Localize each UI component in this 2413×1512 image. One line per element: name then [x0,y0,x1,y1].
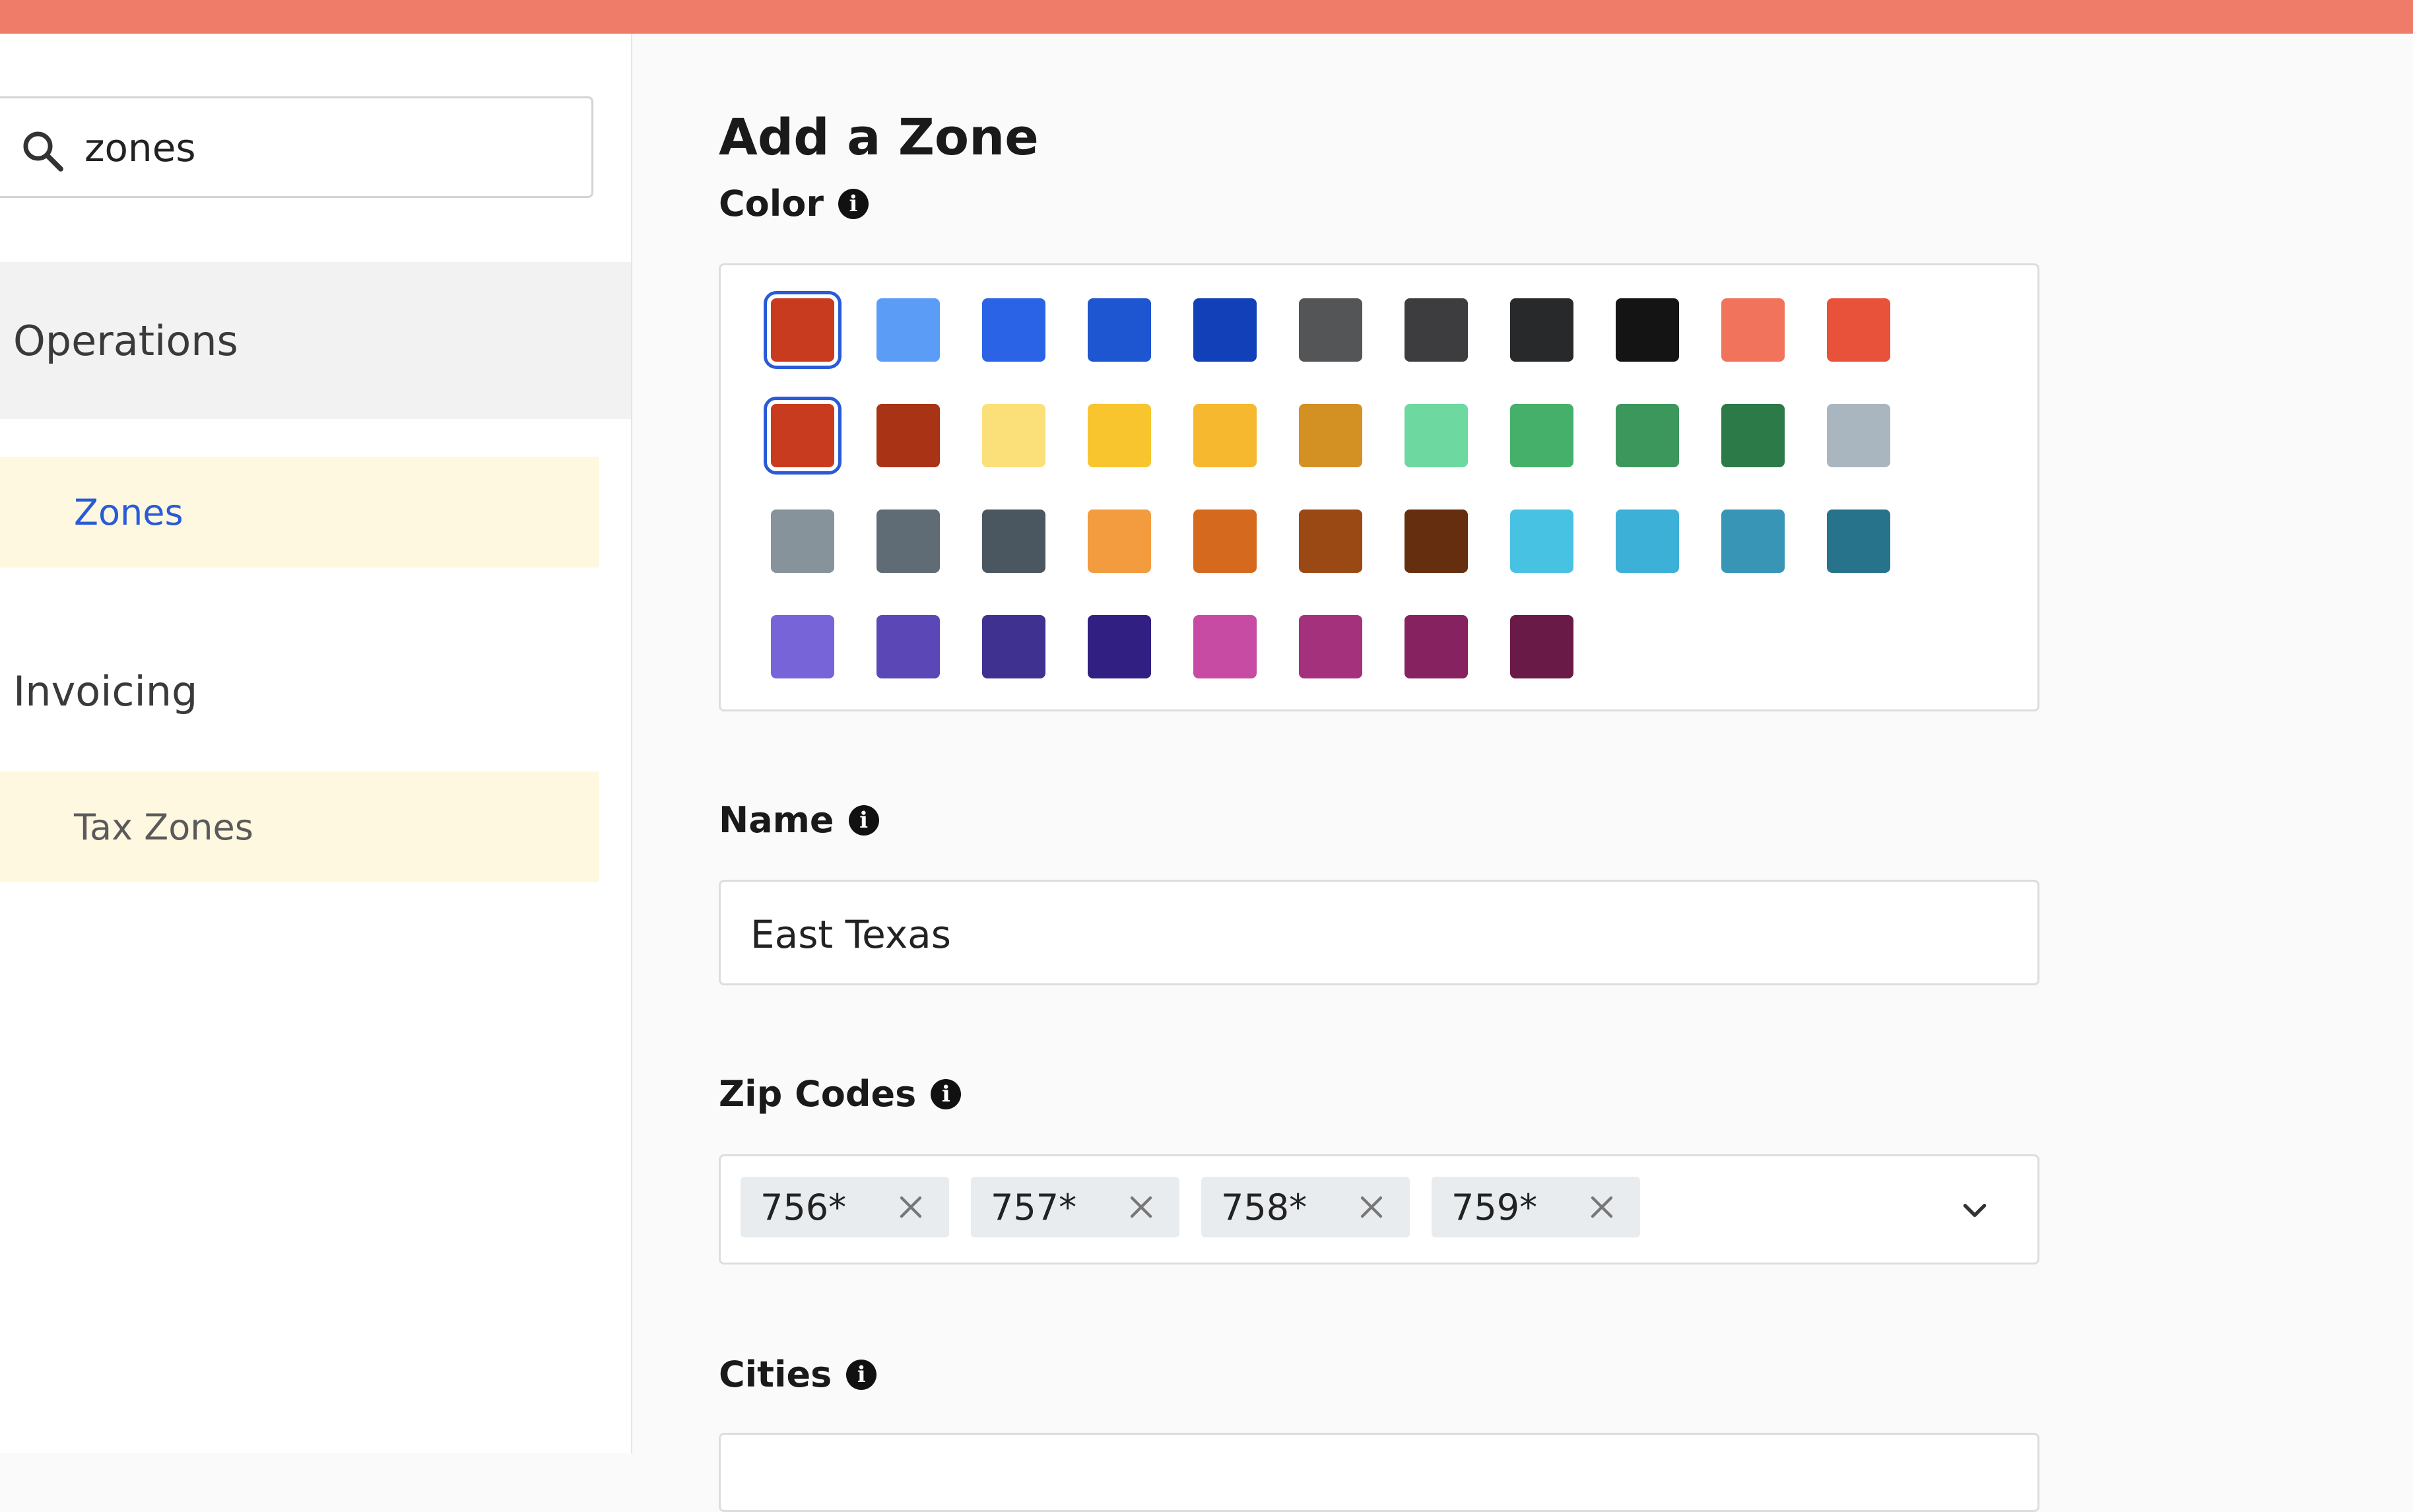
color-swatch[interactable] [1299,509,1362,573]
color-picker [719,263,2039,711]
zip-chip-label: 757* [991,1186,1077,1228]
color-swatch[interactable] [1616,509,1679,573]
color-swatch[interactable] [1827,298,1890,362]
color-swatch[interactable] [1616,298,1679,362]
zip-codes-select[interactable]: 756* 757* 758* 759* [719,1154,2039,1265]
nav-group-label: Operations [13,316,238,365]
color-swatch[interactable] [1193,298,1257,362]
color-swatch[interactable] [771,509,834,573]
color-swatch[interactable] [1299,615,1362,678]
color-swatch[interactable] [1721,509,1785,573]
color-swatch[interactable] [1827,509,1890,573]
color-swatch[interactable] [876,404,940,467]
color-swatch[interactable] [1405,615,1468,678]
color-swatch[interactable] [1510,509,1573,573]
color-swatch[interactable] [1510,615,1573,678]
zip-chip: 756* [741,1177,949,1237]
color-swatch[interactable] [1721,404,1785,467]
close-icon[interactable] [1586,1191,1618,1223]
color-swatch[interactable] [1088,298,1151,362]
color-swatch[interactable] [1721,298,1785,362]
info-icon[interactable]: i [931,1078,962,1109]
sidebar-item-label: Zones [74,491,183,533]
info-icon[interactable]: i [848,805,879,836]
color-swatch[interactable] [1405,404,1468,467]
cities-select[interactable] [719,1433,2039,1512]
color-swatch[interactable] [1193,404,1257,467]
main-content: Add a Zone Color i Name i Zip Codes i 75… [632,34,2413,1512]
color-swatch[interactable] [982,509,1045,573]
search-input[interactable] [84,118,560,178]
color-swatch[interactable] [1088,509,1151,573]
color-swatch[interactable] [1193,615,1257,678]
color-swatch[interactable] [1299,298,1362,362]
nav-group-operations[interactable]: Operations [0,262,631,419]
color-swatch[interactable] [982,615,1045,678]
close-icon[interactable] [1356,1191,1387,1223]
color-label: Color i [719,183,869,224]
sidebar-item-tax-zones[interactable]: Tax Zones [0,772,599,882]
zip-chip: 758* [1201,1177,1410,1237]
close-icon[interactable] [895,1191,927,1223]
color-swatch[interactable] [982,298,1045,362]
color-swatch[interactable] [1299,404,1362,467]
cities-label: Cities i [719,1354,877,1395]
nav-group-label: Invoicing [13,667,198,715]
sidebar-item-zones[interactable]: Zones [0,457,599,568]
cities-label-text: Cities [719,1354,832,1395]
info-icon[interactable]: i [838,188,869,219]
color-swatch[interactable] [1193,509,1257,573]
color-swatch[interactable] [771,615,834,678]
color-swatch[interactable] [876,509,940,573]
zip-codes-label: Zip Codes i [719,1073,962,1115]
zip-chip-label: 756* [760,1186,847,1228]
zip-chip: 759* [1432,1177,1640,1237]
color-swatch[interactable] [982,404,1045,467]
sidebar-item-label: Tax Zones [74,806,253,848]
search-box[interactable] [0,96,593,198]
zip-chip-label: 759* [1451,1186,1538,1228]
chevron-down-icon[interactable] [1958,1193,1991,1226]
info-icon[interactable]: i [846,1359,877,1390]
page-title: Add a Zone [719,108,1039,166]
color-swatch[interactable] [1405,298,1468,362]
name-field[interactable] [719,880,2039,985]
zip-chip-label: 758* [1221,1186,1307,1228]
name-label-text: Name [719,799,834,841]
name-label: Name i [719,799,879,841]
color-swatch[interactable] [1405,509,1468,573]
color-swatch[interactable] [1510,404,1573,467]
close-icon[interactable] [1125,1191,1157,1223]
zip-chip: 757* [971,1177,1179,1237]
color-swatch[interactable] [1616,404,1679,467]
top-banner [0,0,2413,34]
color-swatch[interactable] [1827,404,1890,467]
color-swatch[interactable] [764,291,842,369]
color-swatch[interactable] [1510,298,1573,362]
color-swatch[interactable] [1088,404,1151,467]
search-icon [23,131,63,172]
color-swatch[interactable] [876,298,940,362]
color-swatch[interactable] [1088,615,1151,678]
color-label-text: Color [719,183,824,224]
zip-codes-label-text: Zip Codes [719,1073,917,1115]
nav-group-invoicing[interactable]: Invoicing [0,612,631,770]
sidebar: Operations Zones Invoicing Tax Zones [0,34,632,1453]
name-input[interactable] [750,905,1991,964]
color-swatch[interactable] [764,397,842,475]
color-swatch[interactable] [876,615,940,678]
